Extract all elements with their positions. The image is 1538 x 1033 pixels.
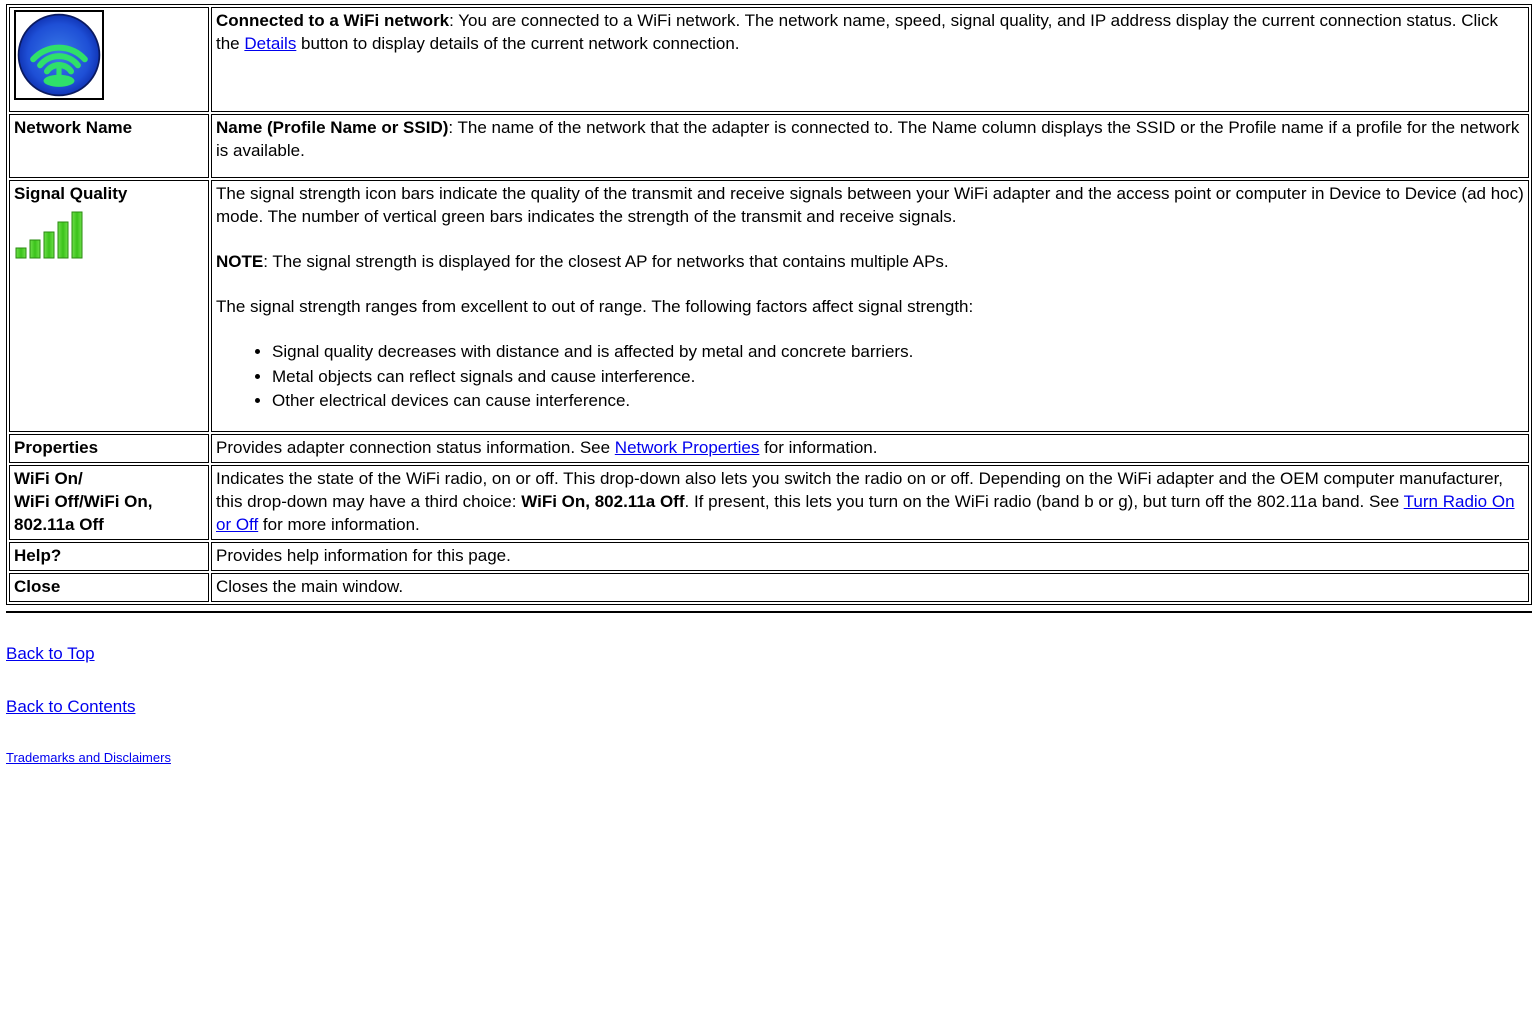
cell-connected-desc: Connected to a WiFi network: You are con…	[211, 7, 1529, 112]
cell-network-name-desc: Name (Profile Name or SSID): The name of…	[211, 114, 1529, 178]
signal-quality-factors: Signal quality decreases with distance a…	[216, 341, 1524, 414]
network-properties-link[interactable]: Network Properties	[615, 438, 760, 457]
trademarks-link[interactable]: Trademarks and Disclaimers	[6, 750, 171, 765]
network-name-desc-title: Name (Profile Name or SSID)	[216, 118, 448, 137]
cell-signal-quality-label: Signal Quality	[9, 180, 209, 433]
wifi-connected-icon	[14, 10, 104, 100]
wifi-toggle-label-line2: WiFi Off/WiFi On, 802.11a Off	[14, 492, 153, 534]
back-to-contents-link[interactable]: Back to Contents	[6, 697, 135, 716]
details-link[interactable]: Details	[244, 34, 296, 53]
wifi-toggle-after: for more information.	[258, 515, 420, 534]
signal-quality-note: NOTE: The signal strength is displayed f…	[216, 251, 1524, 274]
cell-wifi-toggle-label: WiFi On/ WiFi Off/WiFi On, 802.11a Off	[9, 465, 209, 540]
definition-table: Connected to a WiFi network: You are con…	[6, 4, 1532, 605]
list-item: Signal quality decreases with distance a…	[272, 341, 1524, 364]
wifi-toggle-label-line1: WiFi On/	[14, 469, 83, 488]
signal-quality-label-text: Signal Quality	[14, 184, 127, 203]
note-body: : The signal strength is displayed for t…	[263, 252, 948, 271]
cell-close-label: Close	[9, 573, 209, 602]
wifi-toggle-bold: WiFi On, 802.11a Off	[521, 492, 684, 511]
signal-quality-p1: The signal strength icon bars indicate t…	[216, 183, 1524, 229]
cell-wifi-toggle-desc: Indicates the state of the WiFi radio, o…	[211, 465, 1529, 540]
list-item: Other electrical devices can cause inter…	[272, 390, 1524, 413]
note-label: NOTE	[216, 252, 263, 271]
cell-close-desc: Closes the main window.	[211, 573, 1529, 602]
cell-help-label: Help?	[9, 542, 209, 571]
properties-before: Provides adapter connection status infor…	[216, 438, 615, 457]
list-item: Metal objects can reflect signals and ca…	[272, 366, 1524, 389]
section-divider	[6, 611, 1532, 613]
back-to-top-link[interactable]: Back to Top	[6, 644, 95, 663]
cell-connected-icon	[9, 7, 209, 112]
connected-title: Connected to a WiFi network	[216, 11, 449, 30]
signal-quality-p3: The signal strength ranges from excellen…	[216, 296, 1524, 319]
cell-network-name-label: Network Name	[9, 114, 209, 178]
connected-body-after: button to display details of the current…	[296, 34, 739, 53]
cell-properties-label: Properties	[9, 434, 209, 463]
wifi-toggle-mid: . If present, this lets you turn on the …	[685, 492, 1404, 511]
cell-help-desc: Provides help information for this page.	[211, 542, 1529, 571]
cell-properties-desc: Provides adapter connection status infor…	[211, 434, 1529, 463]
signal-bars-icon	[14, 210, 204, 267]
properties-after: for information.	[759, 438, 877, 457]
cell-signal-quality-desc: The signal strength icon bars indicate t…	[211, 180, 1529, 433]
